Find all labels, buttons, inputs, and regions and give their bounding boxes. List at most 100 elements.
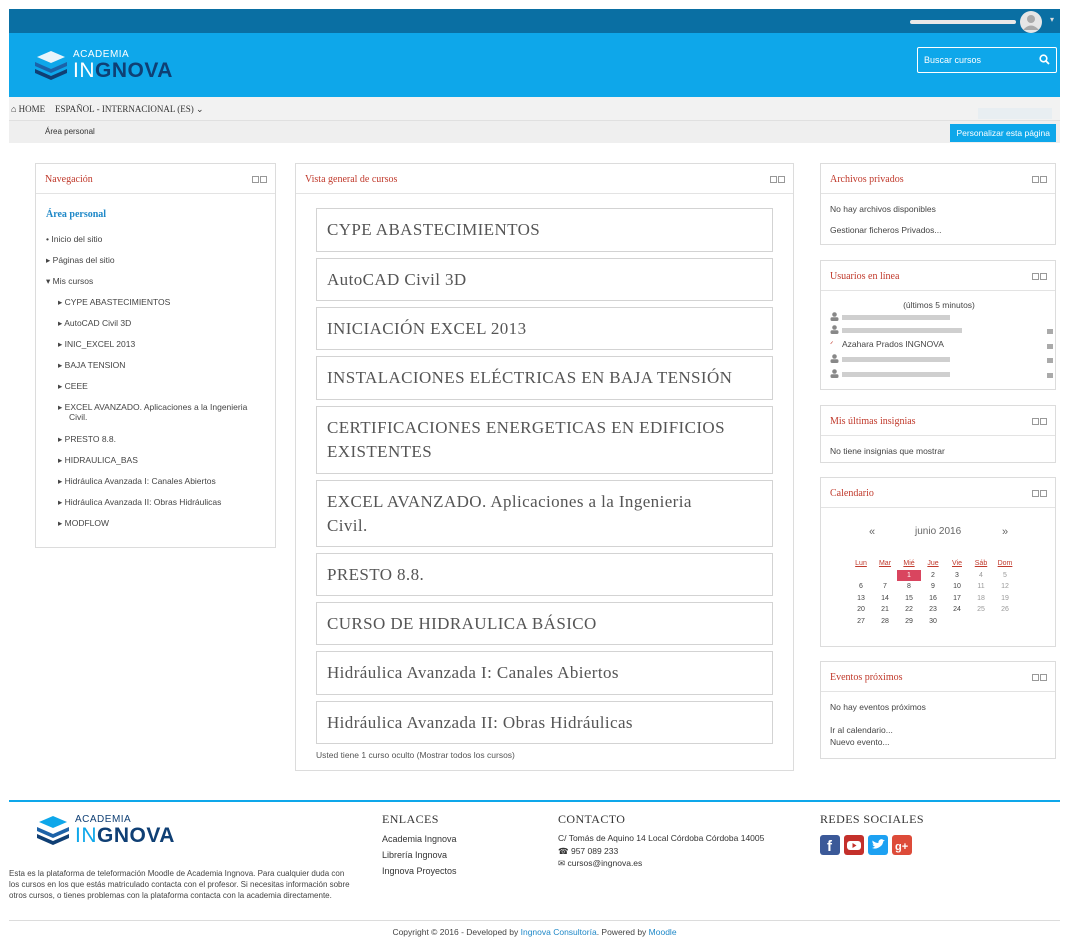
user-name-redacted[interactable] bbox=[842, 357, 950, 362]
message-icon[interactable] bbox=[1047, 329, 1053, 334]
course-card[interactable]: Hidráulica Avanzada I: Canales Abiertos bbox=[316, 651, 773, 695]
collapse-icon[interactable] bbox=[1040, 674, 1047, 681]
nav-course-item[interactable]: ▸ INIC_EXCEL 2013 bbox=[58, 339, 135, 350]
nav-course-item[interactable]: ▸ CYPE ABASTECIMIENTOS bbox=[58, 297, 170, 308]
user-name-redacted[interactable] bbox=[842, 328, 962, 333]
user-name-redacted[interactable] bbox=[842, 372, 950, 377]
facebook-icon[interactable]: f bbox=[820, 835, 840, 855]
course-title[interactable]: CYPE ABASTECIMIENTOS bbox=[327, 218, 540, 242]
nav-area-personal[interactable]: Área personal bbox=[46, 209, 106, 220]
online-user-row[interactable] bbox=[830, 325, 1053, 335]
block-controls[interactable] bbox=[1032, 418, 1047, 425]
dock-icon[interactable] bbox=[1032, 418, 1039, 425]
nav-my-courses[interactable]: ▾ Mis cursos bbox=[46, 276, 93, 287]
course-title[interactable]: Hidráulica Avanzada II: Obras Hidráulica… bbox=[327, 711, 633, 735]
course-card[interactable]: Hidráulica Avanzada II: Obras Hidráulica… bbox=[316, 701, 773, 744]
nav-site-pages[interactable]: ▸ Páginas del sitio bbox=[46, 255, 115, 266]
nav-course-item[interactable]: ▸ CEEE bbox=[58, 381, 88, 392]
youtube-icon[interactable] bbox=[844, 835, 864, 855]
chevron-down-icon[interactable]: ▾ bbox=[1050, 15, 1054, 24]
search-icon[interactable] bbox=[1039, 54, 1050, 67]
nav-course-item[interactable]: ▸ Hidráulica Avanzada II: Obras Hidráuli… bbox=[58, 497, 221, 508]
footer-link[interactable]: Librería Ingnova bbox=[382, 847, 457, 863]
calendar-day[interactable]: 26 bbox=[993, 604, 1017, 616]
nav-site-home[interactable]: • Inicio del sitio bbox=[46, 234, 102, 244]
hidden-courses-note[interactable]: Usted tiene 1 curso oculto (Mostrar todo… bbox=[316, 750, 515, 760]
online-user-row[interactable] bbox=[830, 312, 1050, 322]
footer-link[interactable]: Ingnova Proyectos bbox=[382, 863, 457, 879]
course-card[interactable]: INSTALACIONES ELÉCTRICAS EN BAJA TENSIÓN bbox=[316, 356, 773, 400]
footer-link[interactable]: Academia Ingnova bbox=[382, 831, 457, 847]
course-title[interactable]: CURSO DE HIDRAULICA BÁSICO bbox=[327, 612, 597, 636]
block-controls[interactable] bbox=[1032, 273, 1047, 280]
calendar-day[interactable]: 24 bbox=[945, 604, 969, 616]
calendar-day[interactable]: 25 bbox=[969, 604, 993, 616]
calendar-day[interactable]: 16 bbox=[921, 593, 945, 605]
calendar-day[interactable]: 9 bbox=[921, 581, 945, 593]
dock-icon[interactable] bbox=[1032, 490, 1039, 497]
course-title-cont[interactable]: Civil. bbox=[327, 514, 368, 538]
home-link[interactable]: ⌂ HOME bbox=[11, 104, 45, 114]
online-user-name[interactable]: Azahara Prados INGNOVA bbox=[842, 339, 944, 349]
collapse-icon[interactable] bbox=[1040, 273, 1047, 280]
calendar-day[interactable]: 19 bbox=[993, 593, 1017, 605]
block-controls[interactable] bbox=[770, 176, 785, 183]
collapse-icon[interactable] bbox=[260, 176, 267, 183]
calendar-day[interactable]: 30 bbox=[921, 616, 945, 628]
course-title[interactable]: Hidráulica Avanzada I: Canales Abiertos bbox=[327, 661, 619, 685]
calendar-day[interactable]: 18 bbox=[969, 593, 993, 605]
dock-icon[interactable] bbox=[1032, 273, 1039, 280]
calendar-day[interactable]: 6 bbox=[849, 581, 873, 593]
course-card[interactable]: INICIACIÓN EXCEL 2013 bbox=[316, 307, 773, 350]
dock-icon[interactable] bbox=[1032, 176, 1039, 183]
online-user-row[interactable] bbox=[830, 354, 1053, 364]
calendar-day[interactable]: 4 bbox=[969, 570, 993, 582]
course-title[interactable]: CERTIFICACIONES ENERGETICAS EN EDIFICIOS bbox=[327, 416, 725, 440]
dock-icon[interactable] bbox=[770, 176, 777, 183]
calendar-day[interactable]: 21 bbox=[873, 604, 897, 616]
dock-icon[interactable] bbox=[252, 176, 259, 183]
online-user-row[interactable]: ᐟ Azahara Prados INGNOVA bbox=[830, 339, 1053, 350]
message-icon[interactable] bbox=[1047, 358, 1053, 363]
nav-course-item[interactable]: ▸ PRESTO 8.8. bbox=[58, 434, 116, 445]
user-name-redacted[interactable] bbox=[842, 315, 950, 320]
calendar-day[interactable]: 12 bbox=[993, 581, 1017, 593]
course-card[interactable]: PRESTO 8.8. bbox=[316, 553, 773, 596]
course-title[interactable]: INSTALACIONES ELÉCTRICAS EN BAJA TENSIÓN bbox=[327, 366, 732, 390]
calendar-day[interactable]: 7 bbox=[873, 581, 897, 593]
email-text[interactable]: cursos@ingnova.es bbox=[568, 858, 643, 868]
calendar-day[interactable]: 2 bbox=[921, 570, 945, 582]
calendar-day[interactable]: 3 bbox=[945, 570, 969, 582]
manage-private-files-link[interactable]: Gestionar ficheros Privados... bbox=[830, 225, 942, 235]
calendar-day[interactable]: 28 bbox=[873, 616, 897, 628]
user-name-redacted[interactable] bbox=[910, 20, 1016, 24]
message-icon[interactable] bbox=[1047, 373, 1053, 378]
message-icon[interactable] bbox=[1047, 344, 1053, 349]
block-controls[interactable] bbox=[1032, 674, 1047, 681]
calendar-day[interactable]: 29 bbox=[897, 616, 921, 628]
course-title[interactable]: PRESTO 8.8. bbox=[327, 563, 424, 587]
go-to-calendar-link[interactable]: Ir al calendario... bbox=[830, 725, 893, 735]
course-card[interactable]: CURSO DE HIDRAULICA BÁSICO bbox=[316, 602, 773, 645]
calendar-day[interactable]: 22 bbox=[897, 604, 921, 616]
calendar-day[interactable]: 13 bbox=[849, 593, 873, 605]
collapse-icon[interactable] bbox=[1040, 176, 1047, 183]
calendar-day[interactable]: 15 bbox=[897, 593, 921, 605]
course-card[interactable]: AutoCAD Civil 3D bbox=[316, 258, 773, 301]
language-menu[interactable]: ESPAÑOL - INTERNACIONAL (ES) ⌄ bbox=[55, 104, 204, 115]
online-user-row[interactable] bbox=[830, 369, 1053, 379]
nav-course-item[interactable]: ▸ MODFLOW bbox=[58, 518, 109, 529]
collapse-icon[interactable] bbox=[778, 176, 785, 183]
search-courses-box[interactable]: Buscar cursos bbox=[917, 47, 1057, 73]
moodle-link[interactable]: Moodle bbox=[649, 927, 677, 937]
calendar-day[interactable]: 14 bbox=[873, 593, 897, 605]
calendar-day[interactable]: 11 bbox=[969, 581, 993, 593]
nav-course-item[interactable]: ▸ AutoCAD Civil 3D bbox=[58, 318, 131, 329]
prev-month-arrow[interactable]: « bbox=[869, 526, 875, 538]
calendar-day[interactable]: 5 bbox=[993, 570, 1017, 582]
collapse-icon[interactable] bbox=[1040, 490, 1047, 497]
course-title[interactable]: INICIACIÓN EXCEL 2013 bbox=[327, 317, 526, 341]
calendar-day[interactable]: 23 bbox=[921, 604, 945, 616]
calendar-day[interactable]: 1 bbox=[897, 569, 921, 581]
contact-email[interactable]: ✉ cursos@ingnova.es bbox=[558, 857, 764, 870]
